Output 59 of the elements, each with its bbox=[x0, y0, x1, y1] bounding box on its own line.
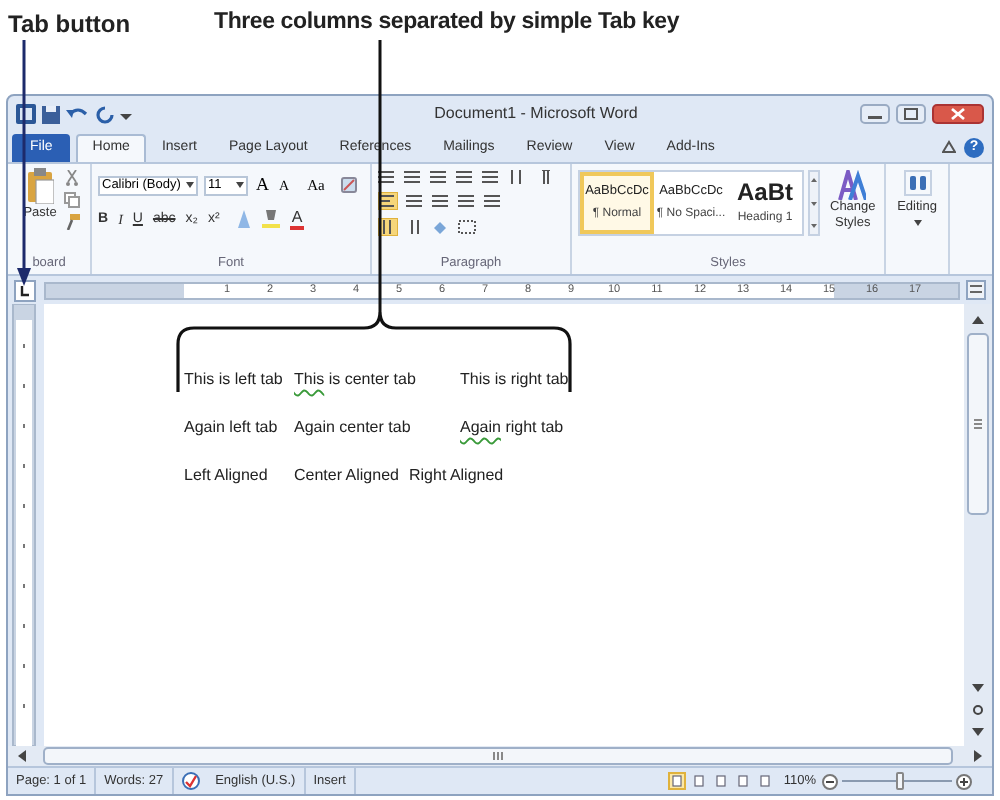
scissors-icon[interactable] bbox=[64, 170, 80, 186]
app-icon[interactable] bbox=[16, 104, 36, 124]
annotation-label: Tab button bbox=[8, 8, 131, 42]
zoom-out-button[interactable] bbox=[822, 773, 838, 789]
grow-font-button[interactable]: A bbox=[254, 172, 271, 199]
document-text: Again right tab bbox=[460, 416, 564, 440]
left-to-right-icon[interactable] bbox=[378, 218, 398, 236]
highlighter-icon[interactable] bbox=[261, 210, 280, 229]
gallery-scroll-icon[interactable] bbox=[808, 170, 820, 236]
justify-icon[interactable] bbox=[458, 194, 476, 208]
view-button[interactable] bbox=[755, 772, 774, 790]
view-button[interactable] bbox=[711, 772, 730, 790]
save-icon[interactable] bbox=[42, 105, 60, 123]
borders-icon[interactable] bbox=[458, 220, 476, 234]
view-button[interactable] bbox=[689, 772, 708, 790]
minimize-ribbon-icon[interactable] bbox=[942, 140, 956, 154]
maximize-button[interactable] bbox=[896, 104, 926, 124]
sort-icon[interactable] bbox=[508, 170, 526, 184]
document-text: Center Aligned bbox=[294, 464, 399, 488]
document-text: Again left tab bbox=[184, 416, 280, 440]
multilevel-list-icon[interactable] bbox=[430, 170, 448, 184]
dropdown-icon[interactable] bbox=[236, 182, 244, 189]
document-text: Left Aligned bbox=[184, 464, 270, 488]
document-text: This is center tab bbox=[294, 368, 418, 392]
binoculars-icon bbox=[903, 170, 931, 196]
styles-icon bbox=[838, 170, 867, 200]
tab-selector-button[interactable] bbox=[14, 279, 36, 301]
undo-icon[interactable] bbox=[66, 105, 90, 123]
clipboard-icon[interactable] bbox=[26, 168, 54, 204]
center-icon[interactable] bbox=[406, 194, 424, 208]
close-button[interactable] bbox=[932, 104, 984, 124]
document-text: This is right tab bbox=[460, 368, 569, 392]
font-color-button[interactable]: A bbox=[289, 209, 305, 230]
document-text: Again center tab bbox=[294, 416, 413, 440]
dropdown-icon[interactable] bbox=[186, 182, 194, 189]
format-painter-icon[interactable] bbox=[64, 214, 80, 230]
zoom-in-button[interactable] bbox=[956, 773, 972, 789]
align-left-icon[interactable] bbox=[378, 192, 398, 210]
copy-icon[interactable] bbox=[64, 192, 80, 208]
view-ruler-icon[interactable] bbox=[966, 280, 986, 300]
align-right-icon[interactable] bbox=[432, 194, 450, 208]
redo-icon[interactable] bbox=[96, 105, 114, 123]
decrease-indent-icon[interactable] bbox=[456, 170, 474, 184]
document-text: This is left tab bbox=[184, 368, 285, 392]
slider-thumb[interactable] bbox=[895, 772, 904, 790]
numbering-icon[interactable] bbox=[404, 170, 422, 184]
document-text: Right Aligned bbox=[408, 464, 504, 488]
view-button[interactable] bbox=[733, 772, 752, 790]
view-button[interactable] bbox=[667, 772, 686, 790]
bullets-icon[interactable] bbox=[378, 170, 396, 184]
minimize-button[interactable] bbox=[860, 104, 890, 124]
dropdown-icon bbox=[913, 219, 921, 226]
window-title: Document1 - Microsoft Word bbox=[432, 102, 640, 126]
proofing-icon[interactable] bbox=[181, 772, 200, 790]
clear-format-icon[interactable] bbox=[340, 176, 359, 195]
line-spacing-icon[interactable] bbox=[484, 194, 502, 208]
annotation-label: Three columns separated by simple Tab key bbox=[214, 8, 680, 38]
right-to-left-icon[interactable] bbox=[406, 220, 424, 234]
increase-indent-icon[interactable] bbox=[482, 170, 500, 184]
